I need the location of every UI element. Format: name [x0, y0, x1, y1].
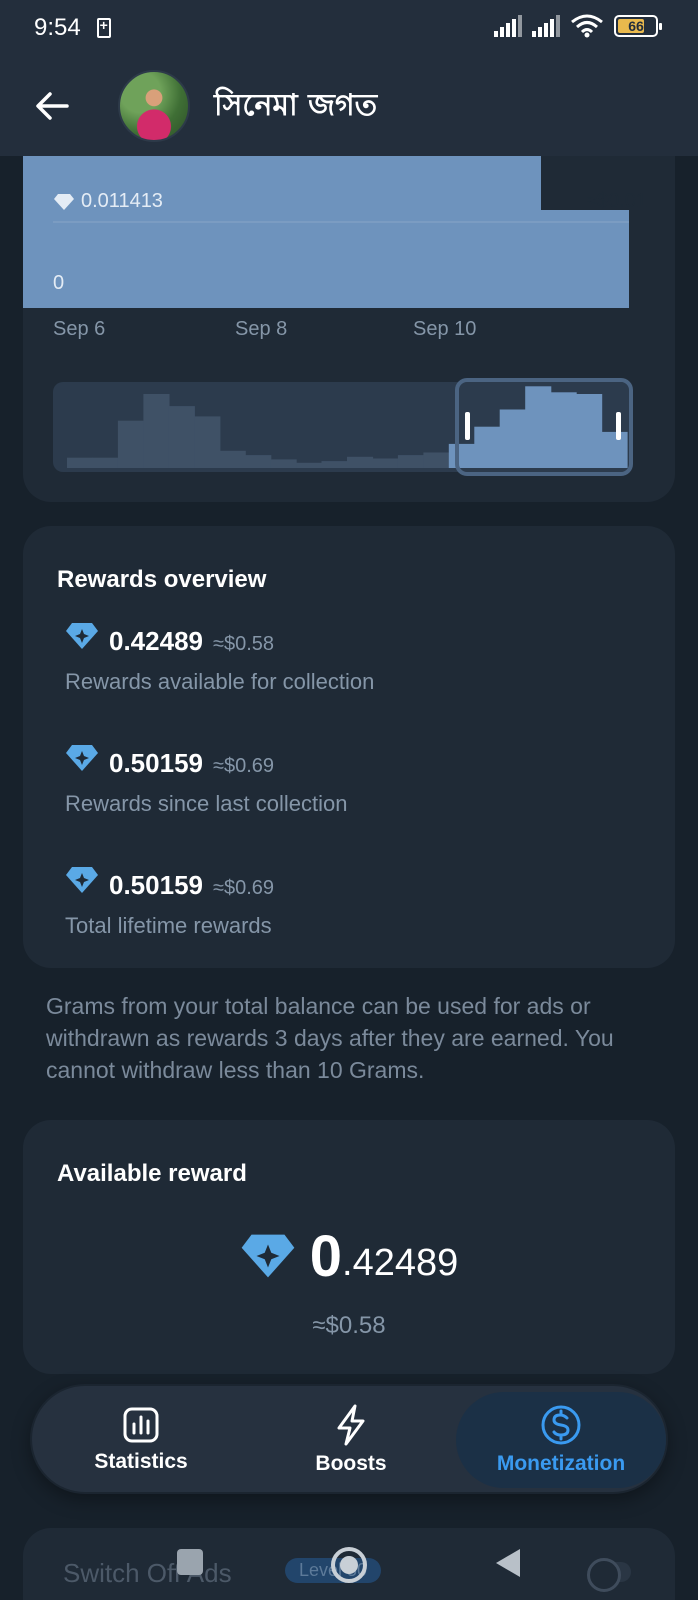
gem-icon: [66, 867, 98, 893]
tab-monetization[interactable]: Monetization: [456, 1392, 666, 1488]
status-time: 9:54: [34, 14, 81, 41]
signal-icon-2: [532, 15, 560, 37]
overview-bar: [423, 452, 450, 468]
overview-bar: [117, 420, 144, 468]
bar-chart-icon: [123, 1407, 159, 1443]
reward-lifetime-row: 0.50159 ≈$0.69 Total lifetime rewards: [65, 866, 274, 939]
reward-usd: ≈$0.69: [212, 755, 275, 777]
available-reward-card: Available reward 0 .42489 ≈$0.58: [23, 1120, 675, 1374]
available-amount-row: 0 .42489: [23, 1228, 675, 1286]
overview-bar: [448, 443, 475, 468]
battery-saver-icon: [96, 17, 111, 38]
overview-bar: [321, 461, 348, 468]
avatar[interactable]: [118, 70, 190, 142]
overview-bar: [550, 392, 577, 468]
chart-y-value: 0.011413: [81, 190, 163, 212]
bottom-tab-bar: Statistics Boosts Monetization: [30, 1384, 668, 1494]
battery-icon: 66: [614, 15, 662, 37]
system-nav-bar: [0, 1520, 698, 1600]
chart-y-usd: ≈$0.01: [585, 190, 647, 212]
recents-button[interactable]: [176, 1548, 204, 1581]
overview-bar: [372, 458, 399, 468]
x-tick-0: Sep 6: [53, 318, 106, 340]
x-tick-1: Sep 8: [235, 318, 288, 340]
reward-usd: ≈$0.58: [212, 633, 275, 655]
home-button[interactable]: [330, 1546, 368, 1589]
tab-statistics[interactable]: Statistics: [36, 1392, 246, 1488]
overview-bar: [219, 450, 246, 468]
wifi-icon: [571, 14, 603, 38]
reward-available-row: 0.42489 ≈$0.58 Rewards available for col…: [65, 622, 374, 695]
x-tick-2: Sep 10: [413, 318, 477, 340]
chart-y-zero: 0: [53, 272, 65, 294]
chart-y-label: 0.011413: [53, 190, 163, 213]
reward-label: Total lifetime rewards: [65, 913, 272, 938]
overview-bar: [347, 456, 374, 468]
overview-bar: [576, 394, 603, 468]
overview-bar: [397, 455, 424, 468]
chart-card: 0.011413 ≈$0.01 0 Sep 6 Sep 8 Sep 10: [23, 156, 675, 502]
rewards-overview-card: Rewards overview 0.42489 ≈$0.58 Rewards …: [23, 526, 675, 968]
tab-label: Monetization: [496, 1452, 626, 1475]
available-reward-title: Available reward: [57, 1160, 247, 1187]
overview-bar: [67, 457, 94, 468]
tab-label: Boosts: [315, 1452, 387, 1475]
balance-info-text: Grams from your total balance can be use…: [46, 993, 614, 1083]
reward-label: Rewards since last collection: [65, 791, 348, 816]
overview-bar: [474, 426, 501, 468]
reward-usd: ≈$0.69: [212, 877, 275, 899]
overview-bar: [296, 462, 323, 468]
rewards-overview-title: Rewards overview: [57, 566, 267, 593]
overview-bar: [525, 386, 552, 468]
selection-handle-left[interactable]: [465, 412, 470, 440]
triangle-back-icon: [496, 1549, 520, 1577]
selection-handle-right[interactable]: [616, 412, 621, 440]
available-amount-int: 0: [309, 1224, 343, 1289]
status-icons: 66: [494, 14, 662, 38]
reward-amount: 0.42489: [109, 626, 203, 656]
battery-level: 66: [628, 18, 644, 34]
overview-bar: [194, 416, 221, 468]
overview-bar: [270, 459, 297, 468]
lightning-icon: [337, 1404, 365, 1446]
gem-icon: [54, 193, 74, 210]
home-circle-icon: [331, 1547, 367, 1583]
back-button[interactable]: [24, 78, 80, 134]
app-header: সিনেমা জগত: [0, 56, 698, 156]
overview-bar: [499, 409, 526, 468]
gem-icon: [66, 623, 98, 649]
overview-bar: [92, 457, 119, 468]
chart-main-area: [23, 156, 629, 308]
tab-boosts[interactable]: Boosts: [246, 1392, 456, 1488]
gem-icon: [241, 1234, 295, 1278]
dollar-circle-icon: [541, 1405, 581, 1445]
square-icon: [177, 1549, 203, 1575]
channel-title[interactable]: সিনেমা জগত: [214, 81, 377, 132]
overview-bar: [601, 431, 628, 468]
overview-bar: [168, 406, 195, 468]
reward-label: Rewards available for collection: [65, 669, 375, 694]
gem-icon: [66, 745, 98, 771]
available-usd: ≈$0.58: [312, 1312, 386, 1339]
tab-label: Statistics: [94, 1450, 188, 1473]
arrow-left-icon: [36, 92, 69, 120]
reward-amount: 0.50159: [109, 870, 203, 900]
available-amount-dec: .42489: [342, 1242, 459, 1284]
overview-bar: [143, 394, 170, 468]
reward-amount: 0.50159: [109, 748, 203, 778]
back-nav-button[interactable]: [494, 1548, 522, 1583]
reward-since-last-row: 0.50159 ≈$0.69 Rewards since last collec…: [65, 744, 347, 817]
signal-icon: [494, 15, 522, 37]
overview-bar: [245, 455, 272, 468]
status-bar: 9:54 66: [0, 0, 698, 56]
